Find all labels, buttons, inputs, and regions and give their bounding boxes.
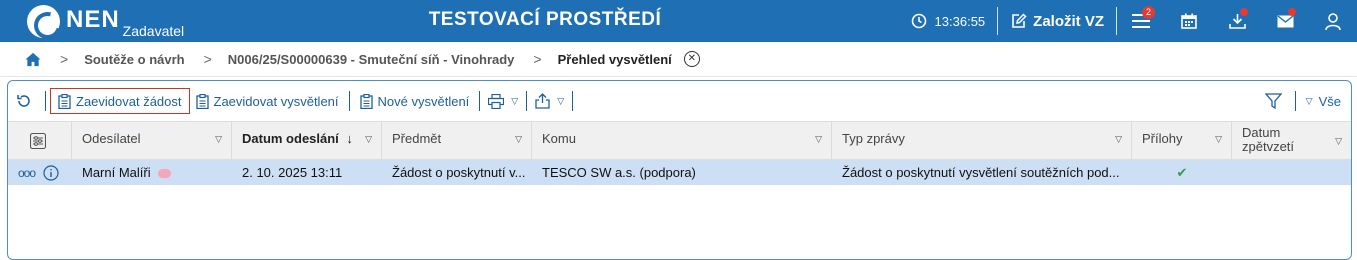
clipboard-icon <box>58 93 71 109</box>
column-header-withdrawn-date[interactable]: Datum zpětvzetí ▽ <box>1232 122 1351 159</box>
column-header-message-type[interactable]: Typ zprávy ▽ <box>832 122 1132 159</box>
register-explanation-label: Zaevidovat vysvětlení <box>213 93 339 109</box>
divider <box>526 91 528 111</box>
menu-button[interactable]: 2 <box>1117 0 1165 42</box>
caret-down-icon: ▽ <box>557 95 565 106</box>
top-bar: NEN Zadavatel TESTOVACÍ PROSTŘEDÍ 13:36:… <box>0 0 1357 42</box>
divider <box>572 91 574 111</box>
register-request-label: Zaevidovat žádost <box>76 93 182 109</box>
explanations-panel: Zaevidovat žádost Zaevidovat vysvětlení … <box>7 80 1352 260</box>
cell-attachments: ✔ <box>1132 165 1232 181</box>
clipboard-icon <box>359 93 373 109</box>
divider <box>1294 91 1296 111</box>
column-filter-icon[interactable]: ▽ <box>515 134 522 145</box>
grid-toolbar: Zaevidovat žádost Zaevidovat vysvětlení … <box>8 81 1351 121</box>
new-explanation-label: Nové vysvětlení <box>377 93 470 109</box>
clipboard-icon <box>195 93 209 109</box>
column-header-label: Komu <box>542 131 576 146</box>
home-icon <box>25 52 41 66</box>
column-filter-icon[interactable]: ▽ <box>215 134 222 145</box>
calendar-button[interactable] <box>1165 0 1213 42</box>
session-clock: 13:36:55 <box>899 13 998 29</box>
divider <box>479 91 481 111</box>
refresh-button[interactable] <box>16 88 41 114</box>
table-row[interactable]: ooo Marní Malíři 2. 10. 2025 13:11 Žádos… <box>8 160 1351 185</box>
print-icon <box>488 93 505 109</box>
caret-down-icon: ▽ <box>511 95 519 106</box>
column-settings-cell[interactable] <box>8 122 72 159</box>
sender-name: Marní Malíři <box>82 165 151 180</box>
export-menu-button[interactable]: ▽ <box>531 88 568 114</box>
view-filter-label: Vše <box>1318 93 1341 109</box>
mail-icon <box>1277 14 1293 27</box>
close-tab-icon[interactable]: ✕ <box>683 51 700 67</box>
messages-button[interactable] <box>1261 0 1309 42</box>
info-icon[interactable] <box>43 164 59 181</box>
check-icon: ✔ <box>1176 164 1188 180</box>
home-button[interactable] <box>25 52 41 67</box>
calendar-icon <box>1181 13 1197 29</box>
column-header-label: Datum zpětvzetí <box>1242 125 1295 154</box>
caret-down-icon: ▽ <box>1305 95 1313 106</box>
print-menu-button[interactable]: ▽ <box>484 88 522 114</box>
create-vz-button[interactable]: Založit VZ <box>998 13 1116 30</box>
cell-message-type: Žádost o poskytnutí vysvětlení soutěžníc… <box>842 165 1120 180</box>
column-header-label: Typ zprávy <box>842 131 905 146</box>
clock-icon <box>911 13 926 29</box>
column-filter-icon[interactable]: ▽ <box>365 134 372 145</box>
cell-sender: Marní Malíři <box>72 165 232 180</box>
column-header-to[interactable]: Komu ▽ <box>532 122 832 159</box>
column-header-label: Odesílatel <box>82 131 141 146</box>
downloads-dot <box>1240 8 1248 16</box>
column-header-label: Datum odeslání <box>242 131 339 146</box>
column-header-label: Přílohy <box>1142 131 1183 146</box>
filter-icon <box>1264 93 1282 109</box>
menu-badge: 2 <box>1142 6 1155 19</box>
clock-value: 13:36:55 <box>934 13 986 29</box>
table-header: Odesílatel ▽ Datum odeslání ↓ ▽ Předmět … <box>8 121 1351 160</box>
breadcrumb: > Soutěže o návrh > N006/25/S00000639 - … <box>0 42 1357 77</box>
new-explanation-button[interactable]: Nové vysvětlení <box>354 88 476 114</box>
column-filter-icon[interactable]: ▽ <box>1115 134 1122 145</box>
breadcrumb-current: Přehled vysvětlení <box>557 51 672 67</box>
user-button[interactable] <box>1309 0 1357 42</box>
register-request-button[interactable]: Zaevidovat žádost <box>50 88 190 114</box>
column-header-date-sent[interactable]: Datum odeslání ↓ ▽ <box>232 122 382 159</box>
create-vz-label: Založit VZ <box>1033 12 1104 30</box>
chevron-right-icon: > <box>533 51 542 67</box>
edit-icon <box>1012 12 1027 28</box>
filter-button[interactable] <box>1261 88 1291 114</box>
view-filter-dropdown[interactable]: ▽ Vše <box>1300 88 1343 114</box>
export-icon <box>535 93 550 109</box>
row-actions-cell: ooo <box>8 164 72 181</box>
more-actions-icon[interactable]: ooo <box>18 166 36 180</box>
cell-to: TESCO SW a.s. (podpora) <box>542 165 696 180</box>
column-header-sender[interactable]: Odesílatel ▽ <box>72 122 232 159</box>
cell-subject: Žádost o poskytnutí v... <box>392 165 526 180</box>
divider <box>45 91 46 111</box>
column-filter-icon[interactable]: ▽ <box>815 134 822 145</box>
column-header-attachments[interactable]: Přílohy ▽ <box>1132 122 1232 159</box>
sort-down-icon: ↓ <box>346 131 353 146</box>
breadcrumb-item-competitions[interactable]: Soutěže o návrh <box>84 52 184 67</box>
column-settings-icon <box>29 132 47 150</box>
messages-dot <box>1288 8 1296 16</box>
pig-icon <box>158 169 172 179</box>
column-filter-icon[interactable]: ▽ <box>1335 134 1342 148</box>
column-header-subject[interactable]: Předmět ▽ <box>382 122 532 159</box>
refresh-icon <box>17 95 30 107</box>
downloads-button[interactable] <box>1213 0 1261 42</box>
user-icon <box>1325 12 1341 30</box>
chevron-right-icon: > <box>60 51 69 67</box>
cell-date-sent: 2. 10. 2025 13:11 <box>242 165 343 180</box>
divider <box>348 91 350 111</box>
breadcrumb-item-contract[interactable]: N006/25/S00000639 - Smuteční síň - Vinoh… <box>228 52 515 67</box>
column-header-label: Předmět <box>392 131 442 146</box>
column-filter-icon[interactable]: ▽ <box>1215 134 1222 145</box>
chevron-right-icon: > <box>203 51 212 67</box>
register-explanation-button[interactable]: Zaevidovat vysvětlení <box>190 88 345 114</box>
